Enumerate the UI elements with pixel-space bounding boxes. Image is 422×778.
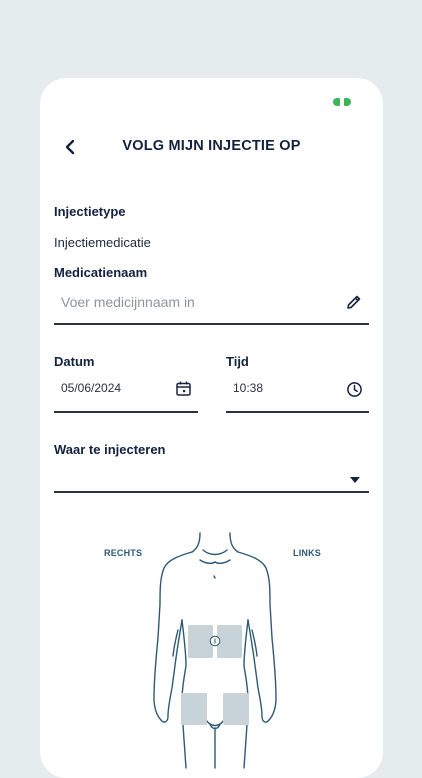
date-label: Datum [54,354,95,369]
clock-icon[interactable] [346,381,363,403]
body-outline [153,532,277,769]
time-label: Tijd [226,354,249,369]
injection-type-value[interactable]: Injectiemedicatie [54,235,151,250]
time-field[interactable]: 10:38 [226,374,369,410]
medication-name-underline [54,323,369,325]
header: VOLG MIJN INJECTIE OP [40,136,383,158]
edit-pencil-icon[interactable] [345,293,363,316]
body-map: RECHTS LINKS [40,528,383,778]
calendar-icon[interactable] [175,380,192,402]
caret-down-icon [349,471,361,489]
medication-name-field[interactable]: Voer medicijnnaam in [54,286,369,324]
page-title: VOLG MIJN INJECTIE OP [122,138,301,154]
battery-icon [333,98,351,106]
injection-site-label: Waar te injecteren [54,442,166,457]
medication-name-placeholder: Voer medicijnnaam in [61,294,195,310]
zone-thigh-left [223,693,249,725]
date-underline [54,411,198,413]
zone-abdomen-right [188,625,213,658]
injection-site-dropdown[interactable] [54,462,369,492]
zone-thigh-right [181,693,207,725]
date-value: 05/06/2024 [61,381,122,395]
time-value: 10:38 [233,381,264,395]
app-screen: VOLG MIJN INJECTIE OP Injectietype Injec… [40,78,383,778]
injection-site-underline [54,491,369,493]
injection-type-label: Injectietype [54,204,126,219]
date-field[interactable]: 05/06/2024 [54,374,198,410]
medication-name-label: Medicatienaam [54,265,148,280]
time-underline [226,411,369,413]
zone-abdomen-left [217,625,242,658]
